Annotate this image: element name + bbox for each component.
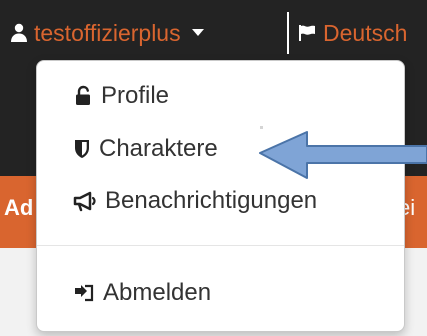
- partial-navigation-text-left: Ad: [4, 195, 34, 220]
- nav-divider: [287, 12, 289, 54]
- menu-item-characters-label: Charaktere: [99, 135, 218, 162]
- language-label: Deutsch: [323, 19, 408, 46]
- sign-out-icon: [73, 283, 95, 303]
- unlock-icon: [73, 85, 93, 107]
- user-dropdown-toggle[interactable]: testoffizierplus: [10, 16, 211, 50]
- page: testoffizierplus Deutsch Ad ei Profile C…: [0, 0, 427, 336]
- user-icon: [10, 23, 28, 43]
- menu-item-logout-label: Abmelden: [103, 279, 212, 306]
- shield-icon: [73, 138, 91, 160]
- user-dropdown-menu: Profile Charaktere Benachrichtigungen Ab…: [36, 60, 405, 332]
- menu-item-notifications-label: Benachrichtigungen: [105, 187, 318, 214]
- language-dropdown-toggle[interactable]: Deutsch: [297, 16, 407, 50]
- menu-item-profile[interactable]: Profile: [73, 84, 169, 108]
- small-cursor-mark: [260, 126, 263, 129]
- menu-item-profile-label: Profile: [101, 82, 170, 109]
- menu-item-characters[interactable]: Charaktere: [73, 137, 218, 161]
- menu-item-logout[interactable]: Abmelden: [73, 281, 211, 305]
- menu-item-notifications[interactable]: Benachrichtigungen: [73, 189, 317, 213]
- bullhorn-icon: [73, 190, 97, 212]
- menu-separator: [37, 245, 404, 246]
- caret-down-icon: [191, 28, 205, 38]
- flag-icon: [297, 23, 317, 43]
- username-label: testoffizierplus: [34, 19, 181, 46]
